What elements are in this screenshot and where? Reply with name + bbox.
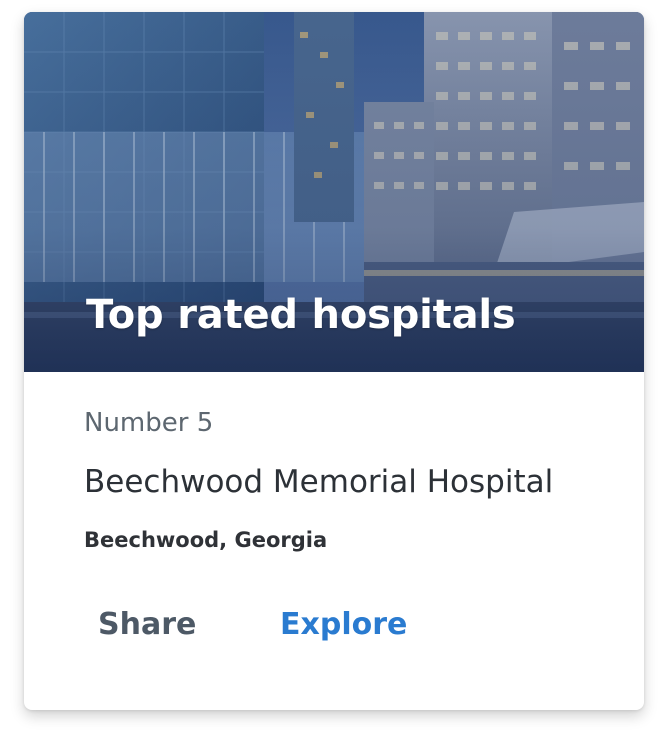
- rank-label: Number 5: [84, 408, 214, 438]
- share-button[interactable]: Share: [84, 602, 210, 646]
- explore-button[interactable]: Explore: [266, 602, 421, 646]
- hospital-name: Beechwood Memorial Hospital: [84, 464, 554, 500]
- hero-title: Top rated hospitals: [86, 292, 516, 338]
- hero-image: Top rated hospitals: [24, 12, 644, 372]
- hospital-card: Top rated hospitals Number 5 Beechwood M…: [24, 12, 644, 710]
- hospital-location: Beechwood, Georgia: [84, 528, 328, 552]
